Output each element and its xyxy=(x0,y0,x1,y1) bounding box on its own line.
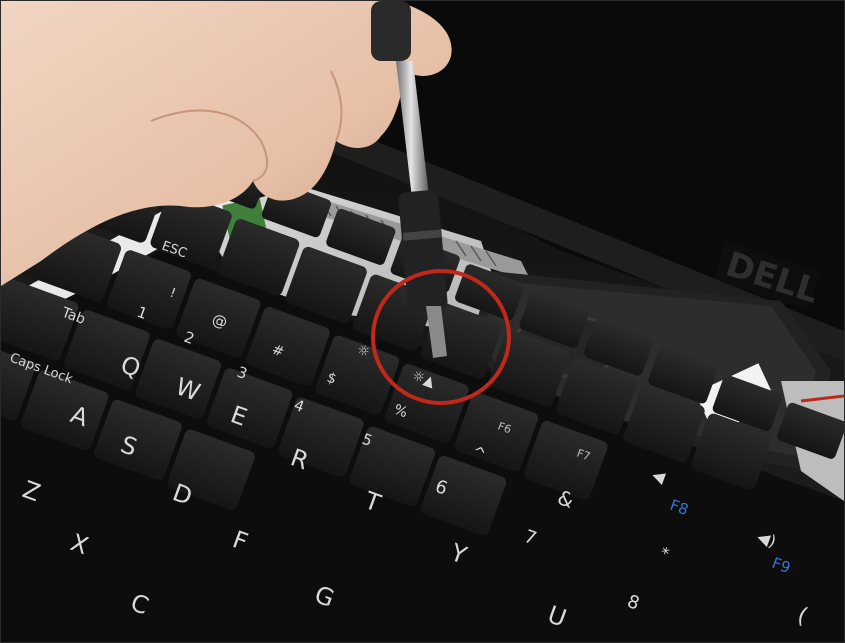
laptop-photo: DELL ESC Tab Caps Lock Q W E R T Y U A S… xyxy=(1,1,844,642)
photo-frame: DELL ESC Tab Caps Lock Q W E R T Y U A S… xyxy=(0,0,845,643)
